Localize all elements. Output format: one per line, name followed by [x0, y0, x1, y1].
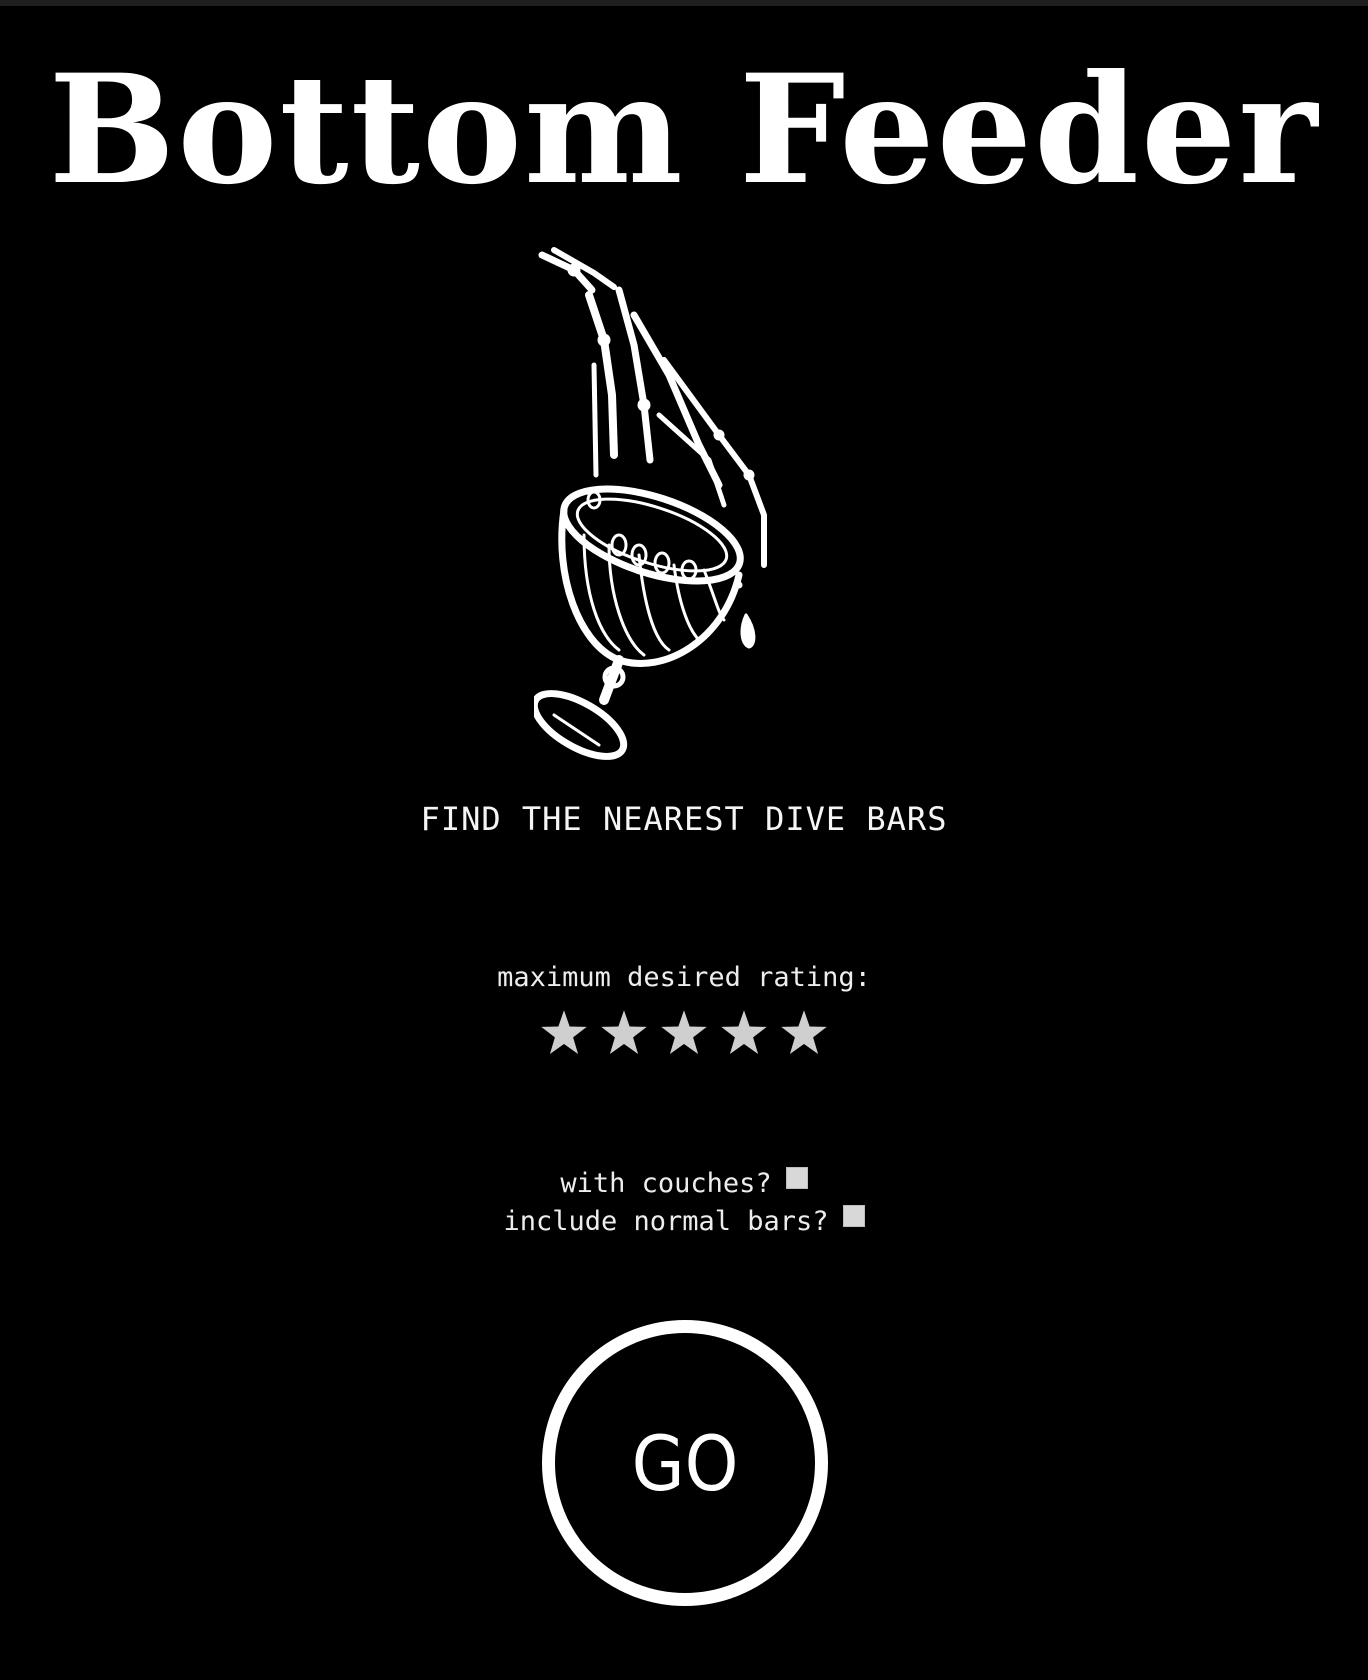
- option-include-normal-bars: include normal bars?: [0, 1203, 1368, 1241]
- star-icon-3[interactable]: [658, 1007, 710, 1059]
- rating-label: maximum desired rating:: [497, 962, 871, 993]
- tagline: FIND THE NEAREST DIVE BARS: [420, 800, 948, 838]
- star-rating[interactable]: [534, 1007, 834, 1061]
- app-title: Bottom Feeder: [48, 42, 1320, 218]
- go-button[interactable]: GO: [542, 1320, 828, 1606]
- option-label: include normal bars?: [503, 1206, 829, 1237]
- skeleton-hand-chalice-icon: [534, 247, 767, 760]
- star-icon-4[interactable]: [718, 1007, 770, 1059]
- option-with-couches: with couches?: [0, 1165, 1368, 1203]
- option-label: with couches?: [560, 1168, 772, 1199]
- filter-options: with couches? include normal bars?: [0, 1165, 1368, 1241]
- star-icon-5[interactable]: [778, 1007, 830, 1059]
- go-button-label: GO: [631, 1418, 739, 1508]
- star-icon-1[interactable]: [538, 1007, 590, 1059]
- browser-top-strip: [0, 0, 1368, 6]
- star-icon-2[interactable]: [598, 1007, 650, 1059]
- include-normal-bars-checkbox[interactable]: [842, 1205, 865, 1227]
- with-couches-checkbox[interactable]: [785, 1167, 808, 1189]
